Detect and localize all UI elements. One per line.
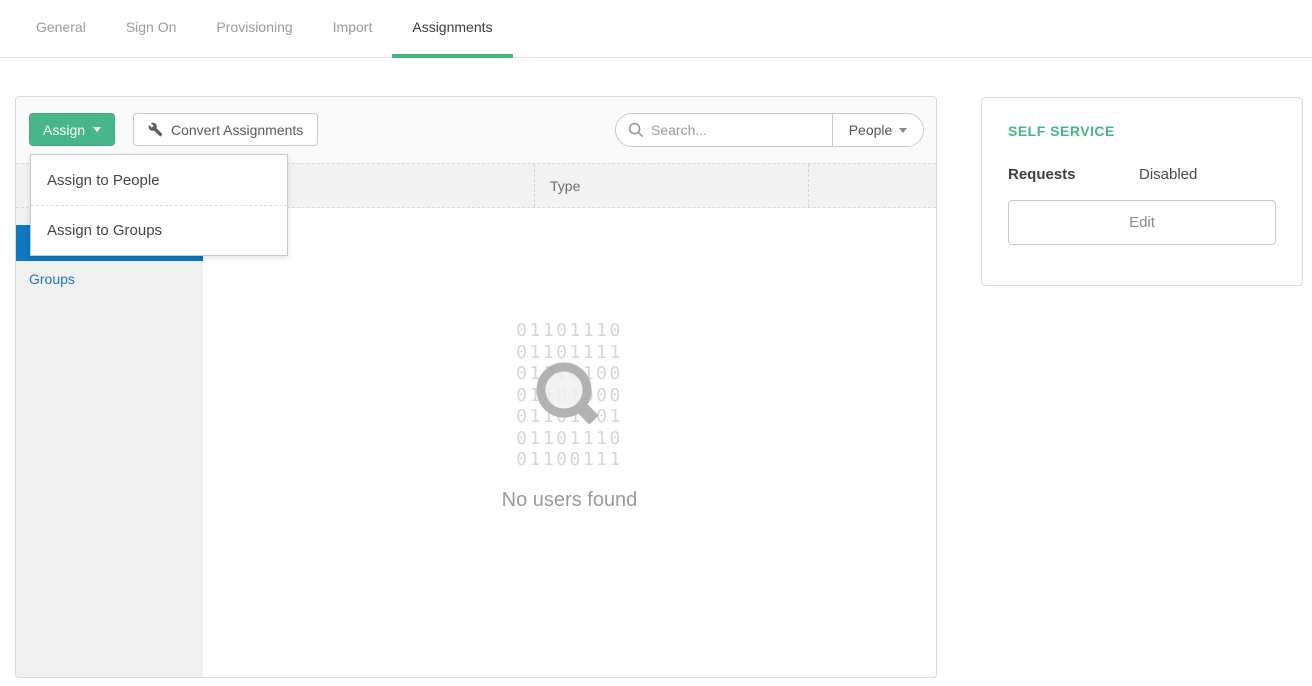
convert-assignments-label: Convert Assignments [171,122,303,138]
tab-provisioning[interactable]: Provisioning [196,0,312,58]
requests-row: Requests Disabled [1008,166,1276,183]
app-tab-bar: General Sign On Provisioning Import Assi… [0,0,1312,58]
menu-item-assign-to-people[interactable]: Assign to People [31,155,287,205]
filter-sidebar: Groups [16,208,203,677]
binary-line: 01100111 [203,449,936,471]
search-icon [628,122,644,138]
tab-sign-on[interactable]: Sign On [106,0,197,58]
assign-button[interactable]: Assign [29,113,115,146]
search-scope-label: People [849,122,893,138]
self-service-title: SELF SERVICE [1008,123,1276,139]
search-box [616,114,832,146]
search-input[interactable] [651,122,811,138]
tab-assignments[interactable]: Assignments [392,0,512,58]
chevron-down-icon [899,128,907,133]
convert-assignments-button[interactable]: Convert Assignments [133,113,318,146]
tab-import[interactable]: Import [313,0,393,58]
self-service-panel: SELF SERVICE Requests Disabled Edit [981,97,1303,286]
tab-general[interactable]: General [16,0,106,58]
chevron-down-icon [93,127,101,132]
menu-item-assign-to-groups[interactable]: Assign to Groups [31,205,287,255]
assign-button-label: Assign [43,122,85,138]
magnifier-icon [526,352,614,445]
empty-state: 01101110 01101111 01110100 01101000 0110… [203,208,936,677]
binary-line: 01101110 [203,320,936,342]
column-header-actions [808,164,936,207]
search-scope-dropdown[interactable]: People [832,114,923,146]
assignments-body: Groups 01101110 01101111 01110100 011010… [16,208,936,677]
wrench-icon [148,122,163,137]
assign-dropdown-menu: Assign to People Assign to Groups [30,154,288,256]
column-header-type[interactable]: Type [534,164,808,207]
requests-label: Requests [1008,166,1139,183]
edit-button[interactable]: Edit [1008,200,1276,245]
requests-value: Disabled [1139,166,1197,183]
sidebar-item-groups[interactable]: Groups [16,261,203,297]
empty-state-message: No users found [203,489,936,512]
search-group: People [615,113,924,147]
